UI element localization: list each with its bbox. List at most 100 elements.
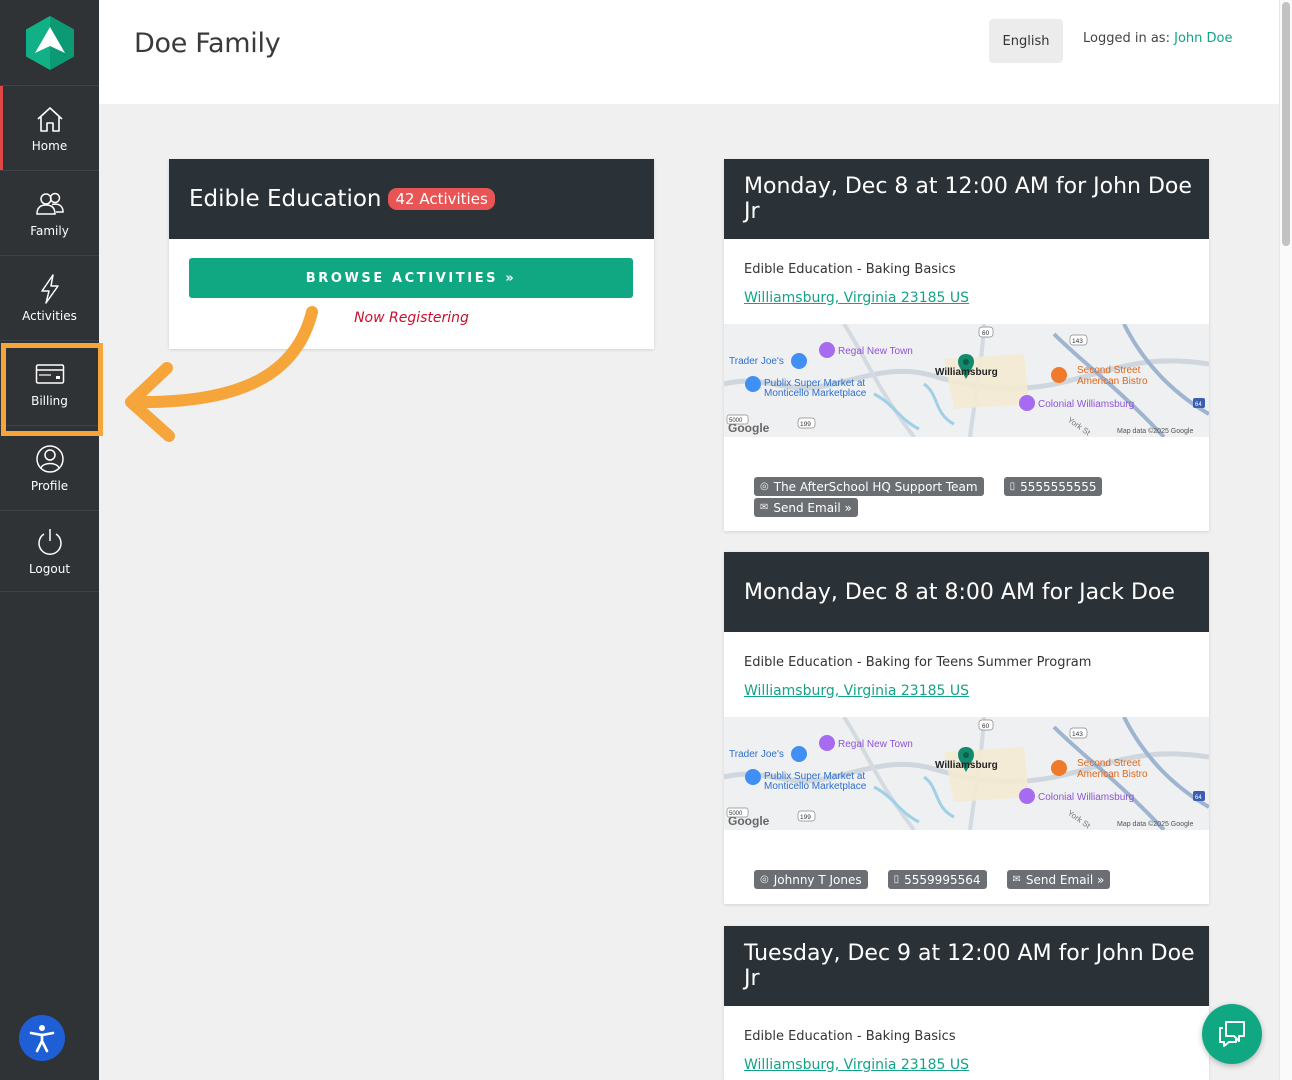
sidebar-item-label: Logout bbox=[28, 561, 71, 576]
map-label: Colonial Williamsburg bbox=[1038, 792, 1134, 803]
event-card: Monday, Dec 8 at 8:00 AM for Jack Doe Ed… bbox=[724, 552, 1209, 904]
location-map[interactable]: Trader Joe's Regal New Town Williamsburg… bbox=[724, 717, 1209, 830]
envelope-icon: ✉ bbox=[760, 502, 769, 513]
sidebar-item-activities[interactable]: Activities bbox=[0, 256, 99, 341]
user-circle-icon: ◎ bbox=[760, 481, 769, 492]
map-label: American Bistro bbox=[1077, 769, 1148, 780]
sidebar-item-profile[interactable]: Profile bbox=[0, 426, 99, 511]
location-map[interactable]: Trader Joe's Regal New Town Williamsburg… bbox=[724, 324, 1209, 437]
contact-phone-pill[interactable]: ▯ 5555555555 bbox=[1003, 477, 1103, 496]
event-contacts: ◎ The AfterSchool HQ Support Team ▯ 555555… bbox=[724, 437, 1209, 519]
credit-card-icon bbox=[35, 363, 64, 384]
user-link[interactable]: John Doe bbox=[1174, 31, 1232, 46]
map-label: Colonial Williamsburg bbox=[1038, 399, 1134, 410]
map-route-badge: 143 bbox=[1072, 338, 1083, 345]
map-route-badge: 143 bbox=[1072, 731, 1083, 738]
phone-icon: ▯ bbox=[1009, 481, 1016, 492]
event-activity-name: Edible Education - Baking for Teens Summ… bbox=[744, 655, 1092, 670]
scrollbar-thumb[interactable] bbox=[1282, 2, 1290, 246]
contact-phone: 5559995564 bbox=[904, 872, 981, 887]
sidebar: Home Family Activities Billing Profile L… bbox=[0, 0, 99, 1080]
browse-activities-button[interactable]: BROWSE ACTIVITIES » bbox=[189, 258, 633, 298]
power-icon bbox=[37, 528, 62, 555]
event-card-header: Monday, Dec 8 at 12:00 AM for John Doe J… bbox=[724, 159, 1209, 239]
map-label: Trader Joe's bbox=[729, 356, 784, 367]
contact-name-pill: ◎ The AfterSchool HQ Support Team bbox=[754, 477, 984, 496]
organization-name: Edible Education bbox=[189, 186, 382, 212]
event-card: Tuesday, Dec 9 at 12:00 AM for John Doe … bbox=[724, 926, 1209, 1080]
map-label: Regal New Town bbox=[838, 346, 913, 357]
organization-card-header: Edible Education 42 Activities bbox=[169, 159, 654, 239]
user-icon bbox=[35, 444, 64, 473]
event-address-link[interactable]: Williamsburg, Virginia 23185 US bbox=[744, 1057, 969, 1073]
page-header: Doe Family English Logged in as: John Do… bbox=[99, 0, 1279, 104]
event-address-link[interactable]: Williamsburg, Virginia 23185 US bbox=[744, 290, 969, 306]
map-label: American Bistro bbox=[1077, 376, 1148, 387]
envelope-icon: ✉ bbox=[1012, 874, 1021, 885]
sidebar-item-label: Activities bbox=[22, 308, 77, 323]
language-button[interactable]: English bbox=[989, 19, 1063, 63]
send-email-label: Send Email » bbox=[773, 500, 852, 515]
user-circle-icon: ◎ bbox=[760, 874, 769, 885]
send-email-label: Send Email » bbox=[1025, 872, 1105, 887]
app-logo[interactable] bbox=[0, 0, 99, 86]
map-attribution: Map data ©2025 Google bbox=[1117, 427, 1193, 435]
chat-button[interactable] bbox=[1202, 1004, 1262, 1064]
map-route-badge: 199 bbox=[800, 814, 811, 821]
map-label: Trader Joe's bbox=[729, 749, 784, 760]
chat-icon bbox=[1219, 1021, 1245, 1047]
map-label: Second Street bbox=[1077, 758, 1141, 769]
contact-name: The AfterSchool HQ Support Team bbox=[773, 479, 978, 494]
page-title: Doe Family bbox=[134, 28, 281, 59]
family-icon bbox=[35, 192, 64, 215]
sidebar-item-home[interactable]: Home bbox=[0, 86, 99, 171]
map-graphic: Trader Joe's Regal New Town Williamsburg… bbox=[724, 324, 1209, 437]
send-email-button[interactable]: ✉ Send Email » bbox=[1006, 870, 1111, 889]
scrollbar[interactable] bbox=[1279, 0, 1292, 1080]
accessibility-icon bbox=[29, 1025, 55, 1053]
map-graphic: Trader Joe's Regal New Town Williamsburg… bbox=[724, 717, 1209, 830]
event-contacts: ◎ Johnny T Jones ▯ 5559995564 ✉ Send Email … bbox=[724, 830, 1209, 891]
map-route-badge: 64 bbox=[1195, 795, 1202, 801]
contact-phone-pill[interactable]: ▯ 5559995564 bbox=[887, 870, 987, 889]
event-card-header: Tuesday, Dec 9 at 12:00 AM for John Doe … bbox=[724, 926, 1209, 1006]
sidebar-item-family[interactable]: Family bbox=[0, 171, 99, 256]
map-label: Second Street bbox=[1077, 365, 1141, 376]
send-email-button[interactable]: ✉ Send Email » bbox=[754, 498, 858, 517]
map-label: Monticello Marketplace bbox=[764, 388, 867, 399]
map-route-badge: 5000 bbox=[729, 811, 743, 817]
event-address-link[interactable]: Williamsburg, Virginia 23185 US bbox=[744, 683, 969, 699]
event-activity-name: Edible Education - Baking Basics bbox=[744, 262, 956, 277]
activities-count-badge: 42 Activities bbox=[388, 188, 495, 210]
sidebar-item-label: Profile bbox=[30, 478, 69, 493]
sidebar-item-logout[interactable]: Logout bbox=[0, 511, 99, 592]
map-route-badge: 60 bbox=[982, 723, 990, 730]
lightning-icon bbox=[40, 273, 59, 304]
map-label: Williamsburg bbox=[935, 367, 998, 378]
event-title: Monday, Dec 8 at 12:00 AM for John Doe J… bbox=[744, 174, 1192, 224]
phone-icon: ▯ bbox=[893, 874, 900, 885]
map-route-badge: 199 bbox=[800, 421, 811, 428]
logged-in-status: Logged in as: John Doe bbox=[1083, 31, 1232, 46]
contact-name-pill: ◎ Johnny T Jones bbox=[754, 870, 868, 889]
map-route-badge: 64 bbox=[1195, 402, 1202, 408]
contact-name: Johnny T Jones bbox=[773, 872, 862, 887]
curved-arrow-icon bbox=[125, 306, 318, 442]
contact-phone: 5555555555 bbox=[1020, 479, 1097, 494]
event-activity-name: Edible Education - Baking Basics bbox=[744, 1029, 956, 1044]
accessibility-button[interactable] bbox=[19, 1015, 65, 1061]
event-card: Monday, Dec 8 at 12:00 AM for John Doe J… bbox=[724, 159, 1209, 531]
home-icon bbox=[36, 106, 63, 132]
sidebar-item-billing[interactable]: Billing bbox=[0, 341, 99, 426]
logged-in-label: Logged in as: bbox=[1083, 31, 1170, 46]
map-route-badge: 60 bbox=[982, 330, 990, 337]
map-route-badge: 5000 bbox=[729, 418, 743, 424]
map-label: Monticello Marketplace bbox=[764, 781, 867, 792]
sidebar-item-label: Billing bbox=[31, 393, 68, 408]
sidebar-item-label: Home bbox=[31, 138, 68, 153]
map-label: Regal New Town bbox=[838, 739, 913, 750]
event-title: Monday, Dec 8 at 8:00 AM for Jack Doe bbox=[744, 579, 1175, 605]
sidebar-item-label: Family bbox=[30, 223, 69, 238]
map-attribution: Map data ©2025 Google bbox=[1117, 820, 1193, 828]
logo-icon bbox=[25, 15, 74, 70]
